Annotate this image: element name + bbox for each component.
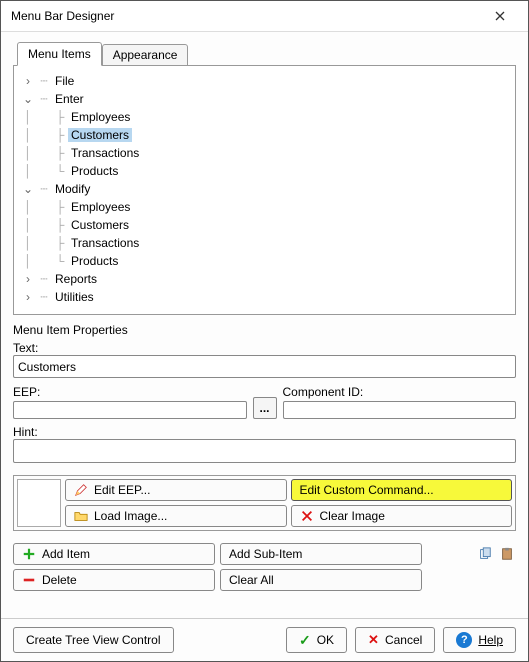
bottom-bar: Create Tree View Control ✓ OK ✕ Cancel ?…: [1, 618, 528, 661]
button-label: Cancel: [385, 633, 422, 647]
tree-label: Employees: [68, 200, 133, 214]
expander-icon[interactable]: ›: [20, 74, 36, 88]
tree-node-modify[interactable]: ⌄ ┄ Modify: [20, 180, 509, 198]
tree-node-enter-transactions[interactable]: │├ Transactions: [20, 144, 509, 162]
expander-icon[interactable]: ›: [20, 272, 36, 286]
command-block: Edit EEP... Edit Custom Command... Load …: [13, 475, 516, 531]
clear-all-button[interactable]: Clear All: [220, 569, 422, 591]
check-icon: ✓: [299, 632, 311, 649]
text-input[interactable]: [13, 355, 516, 378]
component-id-input[interactable]: [283, 401, 517, 419]
paste-icon[interactable]: [500, 547, 514, 561]
clear-image-button[interactable]: Clear Image: [291, 505, 513, 527]
tree-node-modify-transactions[interactable]: │├ Transactions: [20, 234, 509, 252]
button-label: Clear All: [229, 573, 274, 587]
button-label: OK: [317, 633, 334, 647]
tree-node-enter-customers[interactable]: │├ Customers: [20, 126, 509, 144]
tree-node-file[interactable]: › ┄ File: [20, 72, 509, 90]
plus-green-icon: [22, 547, 36, 561]
expander-icon[interactable]: ›: [20, 290, 36, 304]
create-tree-view-button[interactable]: Create Tree View Control: [13, 627, 174, 653]
tree-label: Products: [68, 254, 121, 268]
text-label: Text:: [13, 341, 516, 355]
tree-node-modify-customers[interactable]: │├ Customers: [20, 216, 509, 234]
minus-red-icon: [22, 573, 36, 587]
tree-label: Products: [68, 164, 121, 178]
ok-button[interactable]: ✓ OK: [286, 627, 347, 653]
tree-label-selected: Customers: [68, 128, 132, 142]
component-id-label: Component ID:: [283, 385, 517, 399]
x-icon: ✕: [368, 632, 379, 648]
tree-node-enter-products[interactable]: │└ Products: [20, 162, 509, 180]
tab-label: Menu Items: [28, 47, 91, 61]
ellipsis-text: ...: [259, 401, 269, 415]
button-label: Edit Custom Command...: [300, 483, 434, 497]
tree-node-modify-products[interactable]: │└ Products: [20, 252, 509, 270]
edit-custom-command-button[interactable]: Edit Custom Command...: [291, 479, 513, 501]
tree-node-utilities[interactable]: › ┄ Utilities: [20, 288, 509, 306]
dialog-window: Menu Bar Designer Menu Items Appearance …: [0, 0, 529, 662]
help-button[interactable]: ? Help: [443, 627, 516, 653]
tree-node-enter[interactable]: ⌄ ┄ Enter: [20, 90, 509, 108]
tab-appearance[interactable]: Appearance: [102, 44, 189, 66]
add-sub-item-button[interactable]: Add Sub-Item: [220, 543, 422, 565]
cancel-button[interactable]: ✕ Cancel: [355, 627, 435, 653]
eep-input[interactable]: [13, 401, 247, 419]
button-label: Delete: [42, 573, 77, 587]
button-label: Edit EEP...: [94, 483, 150, 497]
close-button[interactable]: [480, 1, 520, 31]
load-image-button[interactable]: Load Image...: [65, 505, 287, 527]
tree-node-modify-employees[interactable]: │├ Employees: [20, 198, 509, 216]
button-label: Clear Image: [320, 509, 385, 523]
image-preview: [17, 479, 61, 527]
tree-label: Transactions: [68, 146, 142, 160]
tab-label: Appearance: [113, 48, 178, 62]
spacer: [13, 591, 516, 610]
tree-label: Transactions: [68, 236, 142, 250]
button-label: Add Sub-Item: [229, 547, 302, 561]
action-rows: Add Item Add Sub-Item Delete Clear All: [13, 543, 516, 591]
titlebar: Menu Bar Designer: [1, 1, 528, 32]
tree-label: Modify: [52, 182, 93, 196]
expander-icon[interactable]: ⌄: [20, 182, 36, 196]
pencil-icon: [74, 483, 88, 497]
tab-menu-items[interactable]: Menu Items: [17, 42, 102, 66]
close-icon: [495, 11, 505, 21]
delete-button[interactable]: Delete: [13, 569, 215, 591]
hint-label: Hint:: [13, 425, 516, 439]
tree-node-reports[interactable]: › ┄ Reports: [20, 270, 509, 288]
client-area: Menu Items Appearance › ┄ File ⌄ ┄ Enter…: [1, 32, 528, 618]
tree-label: Enter: [52, 92, 87, 106]
button-label: Add Item: [42, 547, 90, 561]
eep-label: EEP:: [13, 385, 247, 399]
eep-browse-button[interactable]: ...: [253, 397, 277, 419]
folder-open-icon: [74, 509, 88, 523]
properties-group-label: Menu Item Properties: [13, 323, 516, 337]
tab-strip: Menu Items Appearance: [13, 42, 516, 66]
add-item-button[interactable]: Add Item: [13, 543, 215, 565]
tree-label: File: [52, 74, 77, 88]
x-red-icon: [300, 509, 314, 523]
tree-node-enter-employees[interactable]: │├ Employees: [20, 108, 509, 126]
hint-input[interactable]: [13, 439, 516, 462]
copy-icon[interactable]: [478, 547, 492, 561]
tree-label: Employees: [68, 110, 133, 124]
button-label: Help: [478, 633, 503, 647]
help-icon: ?: [456, 632, 472, 648]
window-title: Menu Bar Designer: [11, 9, 114, 23]
expander-icon[interactable]: ⌄: [20, 92, 36, 106]
tree-label: Reports: [52, 272, 100, 286]
button-label: Create Tree View Control: [26, 633, 161, 647]
menu-tree[interactable]: › ┄ File ⌄ ┄ Enter │├ Employees │├ Custo…: [13, 65, 516, 315]
edit-eep-button[interactable]: Edit EEP...: [65, 479, 287, 501]
button-label: Load Image...: [94, 509, 167, 523]
tree-label: Customers: [68, 218, 132, 232]
tree-label: Utilities: [52, 290, 97, 304]
